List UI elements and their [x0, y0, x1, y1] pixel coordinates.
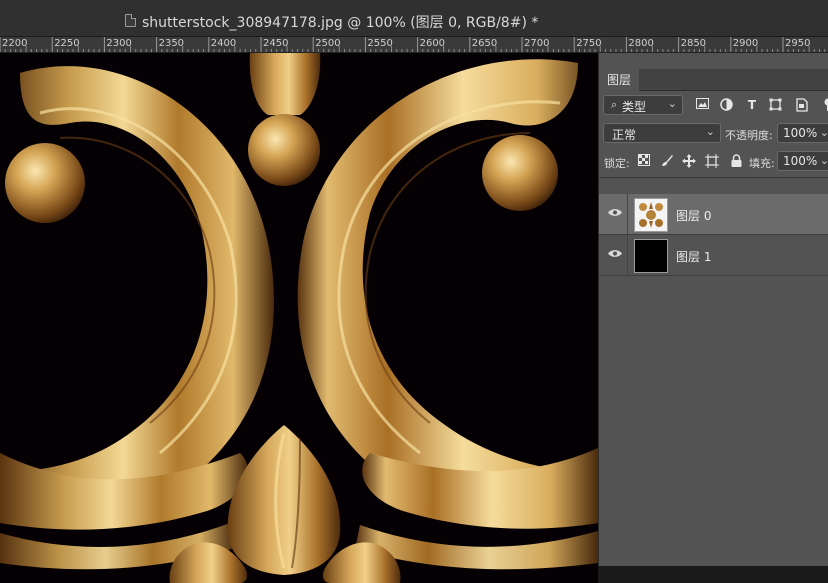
lock-position-icon[interactable]	[682, 154, 696, 168]
lock-transparent-pixels-icon[interactable]	[637, 154, 651, 168]
smart-object-filter-icon[interactable]	[795, 98, 809, 112]
chevron-down-icon: ⌄	[819, 154, 828, 167]
ruler-tick-label: 2500	[315, 38, 341, 49]
right-curl-knob	[482, 135, 558, 211]
tab-layers[interactable]: 图层	[599, 69, 640, 91]
type-filter-icon[interactable]: T	[745, 98, 759, 112]
document-tab-bar: shutterstock_308947178.jpg @ 100% (图层 0,…	[0, 0, 828, 37]
ruler-tick-label: 2300	[106, 38, 132, 49]
document-file-icon	[125, 14, 136, 27]
fill-input[interactable]: 100% ⌄	[777, 151, 828, 171]
blend-mode-select[interactable]: 正常 ⌄	[603, 123, 721, 143]
fill-value: 100%	[783, 154, 818, 168]
layer-thumbnail[interactable]	[634, 239, 668, 273]
ruler-tick-label: 2750	[576, 38, 602, 49]
layer-name[interactable]: 图层 0	[676, 207, 711, 224]
visibility-column-divider	[627, 194, 628, 276]
ruler-tick-label: 2700	[524, 38, 550, 49]
opacity-value: 100%	[783, 126, 818, 140]
shape-filter-icon[interactable]	[768, 98, 782, 112]
chevron-down-icon: ⌄	[705, 125, 715, 138]
opacity-input[interactable]: 100% ⌄	[777, 123, 828, 143]
center-bottom-leaf	[227, 425, 341, 575]
layer-row[interactable]: 图层 1	[599, 235, 828, 276]
gold-ornament-artwork	[0, 53, 598, 583]
ruler-tick-label: 2400	[210, 38, 237, 49]
chevron-down-icon: ⌄	[667, 97, 677, 110]
left-scroll-shape	[0, 66, 274, 524]
layer-row[interactable]: 图层 0	[599, 194, 828, 235]
ruler-tick-label: 2900	[732, 38, 759, 49]
ruler-tick-label: 2650	[471, 38, 498, 49]
top-finial-stem	[249, 53, 321, 115]
left-curl-knob	[5, 143, 85, 223]
ruler-tick-label: 2550	[367, 38, 393, 49]
filter-toggle-icon[interactable]	[821, 98, 828, 112]
ruler-tick-label: 2350	[158, 38, 185, 49]
ruler-tick-label: 2600	[419, 38, 446, 49]
ruler-tick-label: 2950	[785, 38, 811, 49]
visibility-eye-icon[interactable]	[608, 208, 622, 217]
lock-label: 锁定:	[604, 157, 630, 170]
layer-thumbnail[interactable]	[634, 198, 668, 232]
lock-artboard-icon[interactable]	[705, 154, 719, 168]
layers-list-divider	[599, 177, 828, 178]
image-filter-icon[interactable]	[695, 98, 709, 112]
lock-image-pixels-icon[interactable]	[660, 154, 674, 168]
lock-all-icon[interactable]	[729, 154, 743, 168]
ruler-tick-label: 2450	[263, 38, 289, 49]
document-canvas[interactable]	[0, 53, 598, 583]
layer-name[interactable]: 图层 1	[676, 248, 711, 265]
ruler-tick-label: 2200	[2, 38, 28, 49]
blend-mode-value: 正常	[612, 128, 637, 142]
adjustment-filter-icon[interactable]	[719, 98, 733, 112]
opacity-label: 不透明度:	[725, 129, 773, 142]
search-icon: ⌕	[611, 98, 618, 111]
ruler-tick-label: 2800	[628, 38, 654, 49]
chevron-down-icon: ⌄	[819, 126, 828, 139]
horizontal-ruler[interactable]: 2200 2250 2300 2350 2400 2450 2500 2550 2600 2650…	[0, 37, 828, 53]
panel-tab-bar: 图层	[599, 69, 828, 91]
layers-panel: 图层 ⌕ 类型 ⌄ T 正常 ⌄ 不透明度: 100% ⌄ 锁定: 填充: 10…	[598, 53, 828, 566]
fill-label: 填充:	[749, 157, 775, 170]
visibility-eye-icon[interactable]	[608, 249, 622, 258]
right-scroll-shape	[297, 59, 598, 523]
layer-filter-select[interactable]: ⌕ 类型 ⌄	[603, 95, 683, 115]
ornament-thumbnail-image	[635, 199, 667, 231]
filter-kind-label: 类型	[622, 100, 647, 114]
ruler-tick-label: 2850	[680, 38, 707, 49]
center-gold-ball	[248, 114, 320, 186]
ruler-tick-label: 2250	[54, 38, 80, 49]
document-title[interactable]: shutterstock_308947178.jpg @ 100% (图层 0,…	[142, 12, 538, 32]
